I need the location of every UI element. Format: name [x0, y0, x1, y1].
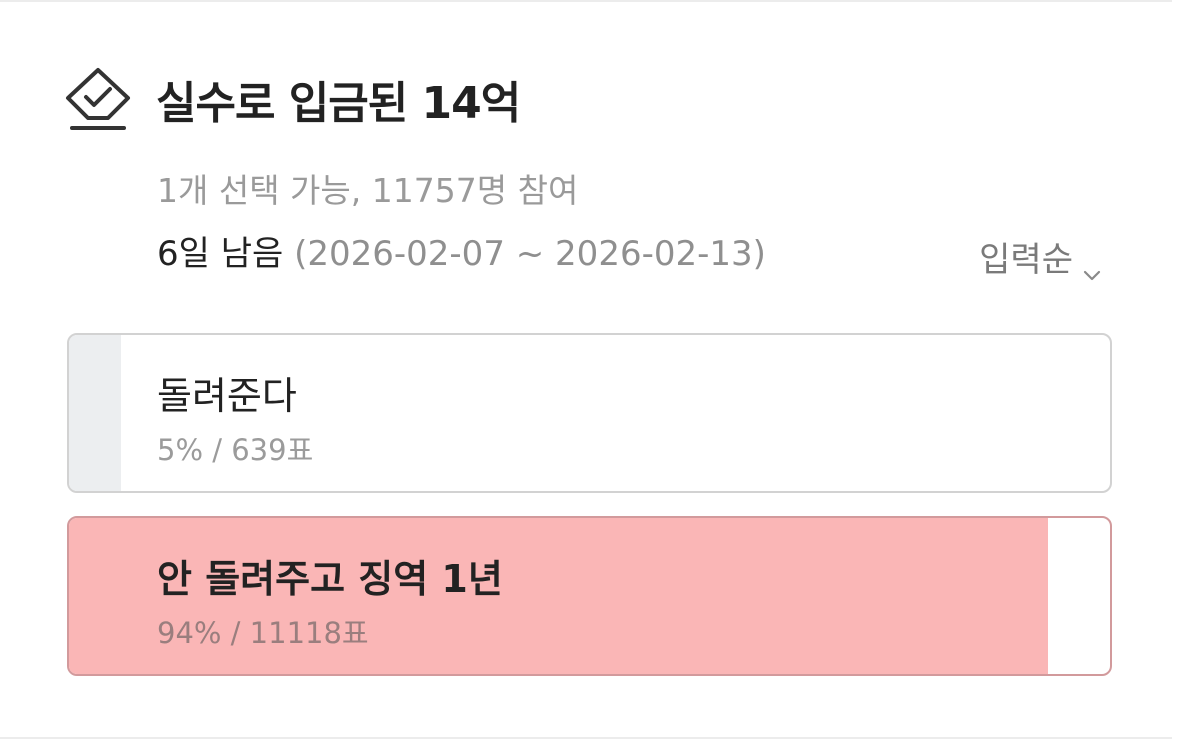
poll-header: 실수로 입금된 14억	[64, 64, 521, 134]
poll-meta: 1개 선택 가능, 11757명 참여	[157, 171, 579, 210]
option-stats: 5% / 639표	[157, 433, 314, 467]
option-label: 안 돌려주고 징역 1년	[157, 557, 503, 601]
sort-label: 입력순	[979, 240, 1073, 280]
option-stats: 94% / 11118표	[157, 616, 369, 650]
poll-title: 실수로 입금된 14억	[156, 78, 521, 129]
poll-option-return[interactable]: 돌려준다 5% / 639표	[67, 333, 1112, 493]
remaining-days: 6일 남음	[157, 234, 284, 274]
check-diamond-icon	[64, 66, 132, 132]
sort-dropdown[interactable]: 입력순	[979, 232, 1101, 281]
bottom-divider	[0, 737, 1172, 739]
poll-option-keep-prison[interactable]: 안 돌려주고 징역 1년 94% / 11118표	[67, 516, 1112, 676]
poll-deadline: 6일 남음 (2026-02-07 ~ 2026-02-13)	[157, 226, 766, 275]
option-result-bar	[69, 335, 122, 491]
option-label: 돌려준다	[157, 374, 297, 418]
date-range: (2026-02-07 ~ 2026-02-13)	[294, 234, 766, 274]
chevron-down-icon	[1083, 251, 1101, 280]
poll-card: 실수로 입금된 14억 1개 선택 가능, 11757명 참여 6일 남음 (2…	[0, 0, 1179, 740]
